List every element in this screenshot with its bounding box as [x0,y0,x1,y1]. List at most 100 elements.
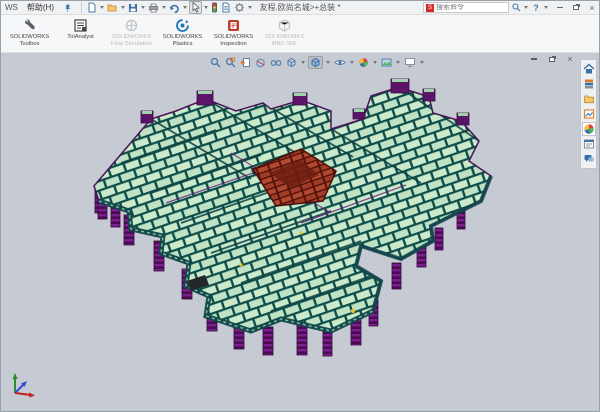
solidworks-resources-tab[interactable] [582,62,596,76]
pin-icon[interactable] [63,3,73,13]
addin-label: SOLIDWORKS Toolbox [5,34,54,47]
forum-tab[interactable] [582,152,596,166]
menu-help[interactable]: 帮助(H) [22,2,59,13]
addin-flow-simulation: SOLIDWORKS Flow Simulation [107,17,156,47]
design-library-icon [583,78,595,90]
doc-close-button[interactable]: × [565,54,575,64]
view-settings-button[interactable] [403,56,417,69]
command-search[interactable]: S [423,2,509,13]
search-dropdown[interactable] [524,6,528,9]
apply-scene-icon [381,57,392,68]
custom-properties-tab[interactable] [582,137,596,151]
view-palette-tab[interactable] [582,107,596,121]
addin-label: SOLIDWORKS Inspection [209,34,258,47]
tolanalyst-icon [73,18,88,33]
quick-access-toolbar [86,1,253,14]
save-button[interactable] [127,1,139,14]
search-button[interactable] [511,3,521,13]
appearances-scenes-tab[interactable] [582,122,596,136]
section-view-button[interactable] [254,56,267,69]
save-icon [128,3,138,13]
open-dropdown[interactable] [121,6,125,9]
addin-tolanalyst[interactable]: TolAnalyst [56,17,105,41]
select-cursor-icon [191,2,200,13]
display-style-dropdown[interactable] [326,61,330,64]
zoom-to-fit-icon [210,57,221,68]
folder-icon [583,93,595,105]
search-icon [512,3,521,12]
forum-icon [583,153,595,165]
addin-label: SOLIDWORKS Flow Simulation [107,34,156,47]
apply-scene-dropdown[interactable] [396,61,400,64]
hide-show-items-button[interactable] [333,56,347,69]
zoom-to-area-icon [225,57,236,68]
addin-label: SOLIDWORKS MBD SNL [260,34,309,47]
print-button[interactable] [147,1,160,14]
reference-triad [5,371,39,399]
restore-button[interactable] [571,3,581,13]
addin-plastics[interactable]: SOLIDWORKS Plastics [158,17,207,47]
custom-properties-icon [583,138,595,150]
window-controls: × [555,3,597,13]
new-document-button[interactable] [86,1,98,14]
help-button[interactable]: ? [531,3,541,13]
view-orientation-dropdown[interactable] [301,61,305,64]
title-bar: WS 帮助(H) [1,1,599,15]
addins-toolbar: SOLIDWORKS Toolbox TolAnalyst SOLIDWORKS… [1,15,599,53]
rebuild-button[interactable] [210,1,219,14]
print-dropdown[interactable] [162,6,166,9]
view-palette-icon [583,108,595,120]
help-dropdown[interactable] [544,6,548,9]
undo-button[interactable] [168,1,181,14]
select-dropdown[interactable] [204,6,208,9]
inspection-icon [226,18,241,33]
view-settings-dropdown[interactable] [420,61,424,64]
display-style-icon [310,57,321,68]
graphics-viewport[interactable]: × [1,53,599,411]
open-button[interactable] [106,1,119,14]
open-icon [107,3,118,13]
minimize-button[interactable] [555,3,565,13]
annotation-views-icon [270,57,282,68]
hide-show-dropdown[interactable] [350,61,354,64]
annotation-views-button[interactable] [269,56,283,69]
home-icon [583,63,595,75]
save-dropdown[interactable] [141,6,145,9]
apply-scene-button[interactable] [380,56,393,69]
file-explorer-tab[interactable] [582,92,596,106]
doc-restore-button[interactable] [547,54,557,64]
formwork-slab [94,87,491,331]
zoom-to-area-button[interactable] [224,56,237,69]
titlebar-right: S ? × [423,2,599,13]
search-input[interactable] [436,4,506,11]
section-view-icon [255,57,266,68]
addin-inspection[interactable]: SOLIDWORKS Inspection [209,17,258,47]
undo-dropdown[interactable] [183,6,187,9]
previous-view-button[interactable] [239,56,252,69]
mbd-icon [277,18,292,33]
edit-appearance-dropdown[interactable] [373,61,377,64]
heads-up-view-toolbar [209,56,425,69]
edit-appearance-icon [358,57,369,68]
gear-icon [234,2,245,13]
design-library-tab[interactable] [582,77,596,91]
app-logo-fragment: WS [1,3,22,12]
options-button[interactable] [233,1,246,14]
previous-view-icon [240,57,251,68]
solidworks-logo-icon: S [426,4,434,12]
undo-icon [169,3,180,13]
zoom-to-fit-button[interactable] [209,56,222,69]
model-3d-formwork-assembly[interactable] [1,53,600,412]
new-dropdown[interactable] [100,6,104,9]
edit-appearance-button[interactable] [357,56,370,69]
options-dropdown[interactable] [248,6,252,9]
display-style-button[interactable] [308,56,323,69]
addin-solidworks-toolbox[interactable]: SOLIDWORKS Toolbox [5,17,54,47]
flow-simulation-icon [124,18,139,33]
close-button[interactable]: × [587,3,597,13]
view-orientation-button[interactable] [285,56,298,69]
file-properties-button[interactable] [220,1,232,14]
doc-minimize-button[interactable] [529,54,539,64]
toolbar-separator [81,2,82,13]
select-button[interactable] [189,1,202,14]
